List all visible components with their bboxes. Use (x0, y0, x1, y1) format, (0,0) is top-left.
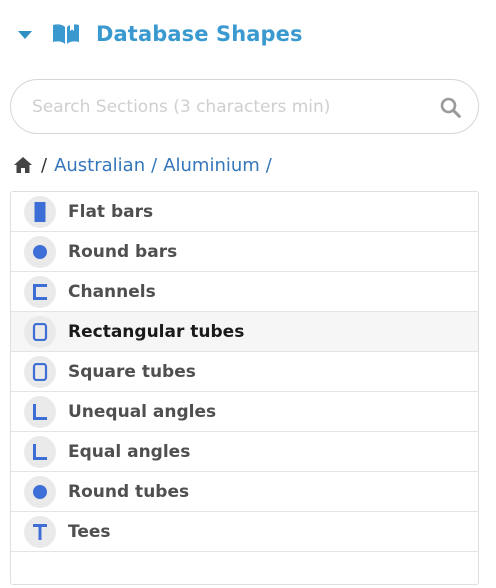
round-tube-icon (24, 475, 56, 508)
rectangular-tube-icon (24, 315, 56, 348)
open-book-icon (53, 24, 79, 44)
list-item-channels[interactable]: Channels (11, 272, 478, 312)
equal-angle-icon (24, 435, 56, 468)
breadcrumb-trailing-separator: / (265, 154, 272, 176)
shape-list: Flat bars Round bars Channels Rectangula… (10, 191, 479, 585)
list-item-label: Channels (68, 281, 156, 302)
list-item-tees[interactable]: Tees (11, 512, 478, 552)
list-item-label: Rectangular tubes (68, 321, 245, 342)
channel-icon (24, 275, 56, 308)
search-input[interactable] (32, 96, 432, 117)
search-icon[interactable] (440, 97, 461, 118)
list-item-round-bars[interactable]: Round bars (11, 232, 478, 272)
breadcrumb-separator: / (151, 154, 158, 176)
list-item-flat-bars[interactable]: Flat bars (11, 192, 478, 232)
square-tube-icon (24, 355, 56, 388)
list-item-label: Equal angles (68, 441, 191, 462)
list-item-unequal-angles[interactable]: Unequal angles (11, 392, 478, 432)
list-item-equal-angles[interactable]: Equal angles (11, 432, 478, 472)
search-box (10, 79, 479, 134)
breadcrumb: / Australian / Aluminium / (13, 152, 272, 178)
round-bar-icon (24, 235, 56, 268)
list-item-label: Unequal angles (68, 401, 217, 422)
breadcrumb-item-aluminium[interactable]: Aluminium (163, 155, 260, 176)
breadcrumb-separator: / (41, 154, 48, 176)
list-item-label: Tees (68, 521, 111, 542)
list-item-label: Round bars (68, 241, 178, 262)
list-item-label: Square tubes (68, 361, 196, 382)
list-item-rectangular-tubes[interactable]: Rectangular tubes (11, 312, 478, 352)
unequal-angle-icon (24, 395, 56, 428)
tee-icon (24, 515, 56, 548)
caret-down-icon[interactable] (18, 31, 32, 39)
flat-bar-icon (24, 195, 56, 228)
list-item-label: Flat bars (68, 201, 154, 222)
panel-title: Database Shapes (96, 22, 303, 46)
list-item-label: Round tubes (68, 481, 190, 502)
list-item-round-tubes[interactable]: Round tubes (11, 472, 478, 512)
home-icon[interactable] (13, 156, 33, 174)
list-item-square-tubes[interactable]: Square tubes (11, 352, 478, 392)
panel-header[interactable]: Database Shapes (18, 17, 303, 51)
breadcrumb-item-australian[interactable]: Australian (54, 155, 145, 176)
